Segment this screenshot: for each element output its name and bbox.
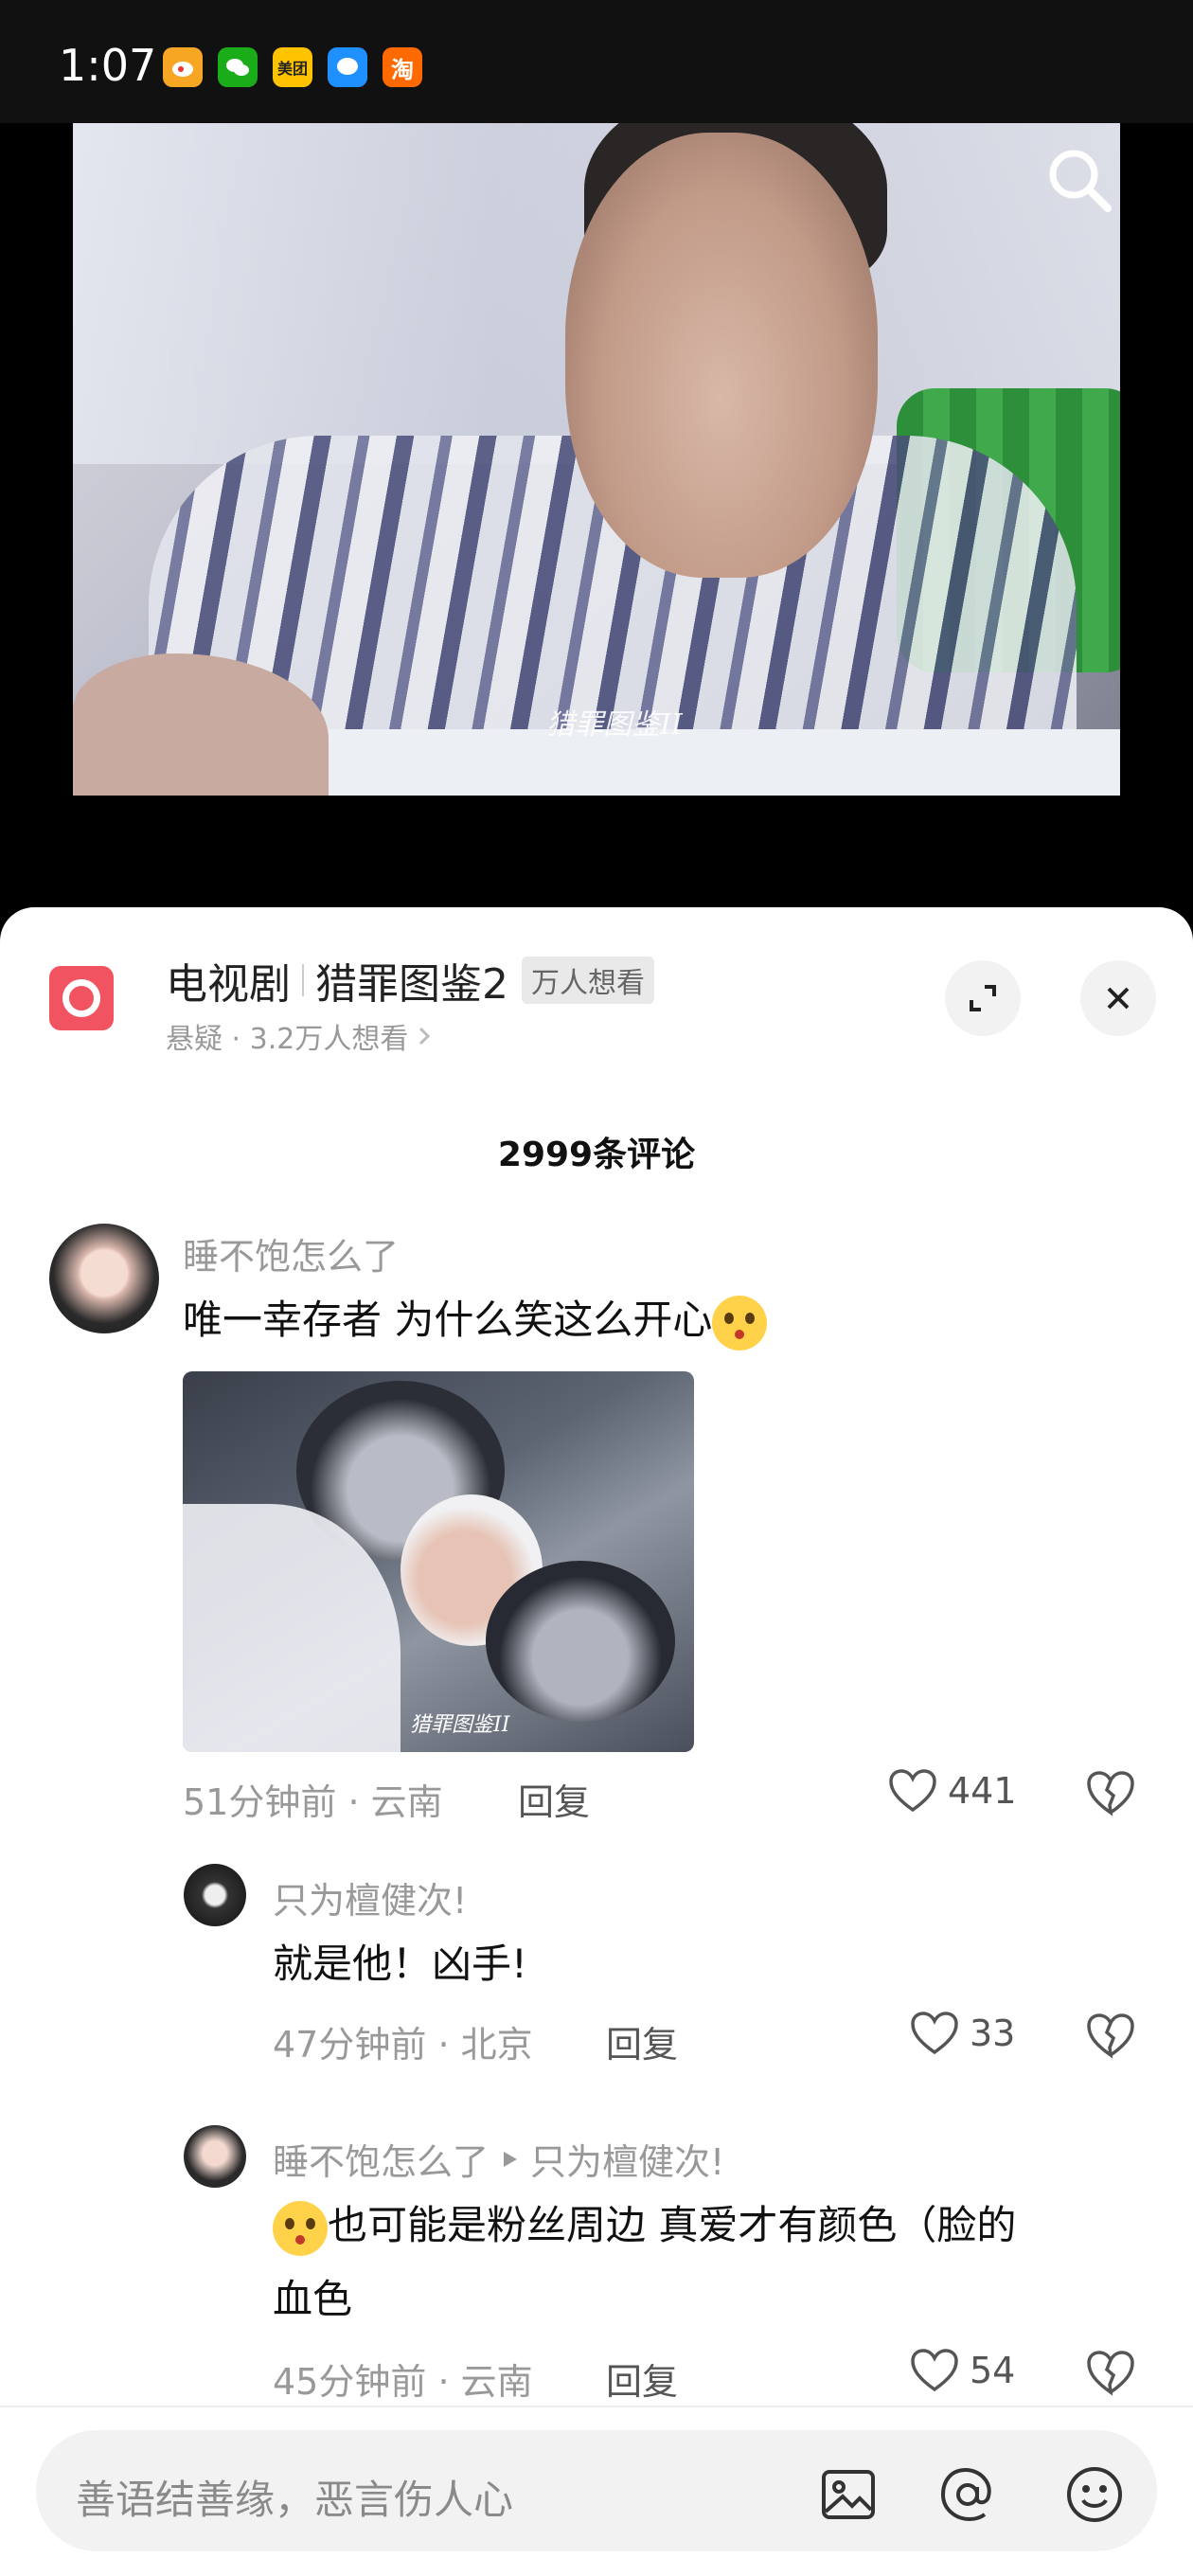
mention-icon[interactable] bbox=[935, 2462, 1000, 2527]
comment-username[interactable]: 睡不饱怎么了 bbox=[273, 2133, 489, 2185]
video-watermark: 猎罪图鉴II bbox=[546, 708, 683, 742]
close-icon bbox=[1107, 987, 1130, 1010]
surprised-emoji-icon bbox=[273, 2200, 328, 2256]
like-count: 441 bbox=[948, 1770, 1017, 1812]
like-button[interactable]: 54 bbox=[909, 2347, 1015, 2394]
expand-button[interactable] bbox=[945, 960, 1021, 1036]
notification-icons: 美团 淘 bbox=[163, 47, 422, 87]
message-icon bbox=[328, 47, 367, 87]
drama-subtitle[interactable]: 悬疑 · 3.2万人想看 bbox=[166, 1015, 435, 1057]
broken-heart-icon bbox=[1087, 2351, 1134, 2396]
broken-heart-icon bbox=[1087, 2013, 1134, 2059]
comment-image[interactable]: 猎罪图鉴II bbox=[183, 1371, 694, 1752]
comment-text: 唯一幸存者 为什么笑这么开心 bbox=[183, 1283, 768, 1357]
taobao-icon: 淘 bbox=[383, 47, 422, 87]
comment-username[interactable]: 只为檀健次! bbox=[273, 1871, 467, 1923]
drama-title: 猎罪图鉴2 bbox=[315, 960, 508, 1009]
video-player[interactable]: 猎罪图鉴II bbox=[73, 123, 1120, 796]
search-icon[interactable] bbox=[1042, 142, 1117, 218]
avatar[interactable] bbox=[49, 1224, 159, 1333]
surprised-emoji-icon bbox=[712, 1295, 768, 1351]
reply-button[interactable]: 回复 bbox=[606, 2352, 678, 2405]
wechat-icon bbox=[218, 47, 258, 87]
image-icon[interactable] bbox=[816, 2462, 881, 2527]
drama-title-row[interactable]: 电视剧 猎罪图鉴2 万人想看 bbox=[166, 950, 654, 1011]
reply-button[interactable]: 回复 bbox=[606, 2015, 678, 2067]
like-count: 54 bbox=[970, 2350, 1016, 2391]
comment-count: 2999条评论 bbox=[497, 1136, 696, 1174]
meituan-icon: 美团 bbox=[273, 47, 312, 87]
comment-meta: 47分钟前 · 北京 bbox=[273, 2024, 533, 2066]
reply-arrow-icon bbox=[504, 2151, 518, 2167]
dislike-button[interactable] bbox=[1084, 2010, 1137, 2063]
drama-logo-icon[interactable] bbox=[49, 966, 114, 1030]
comment-input-placeholder: 善语结善缘，恶言伤人心 bbox=[76, 2477, 514, 2523]
comment-text: 也可能是粉丝周边 真爱才有颜色（脸的 血色 bbox=[273, 2200, 1017, 2322]
comment-username[interactable]: 睡不饱怎么了 bbox=[183, 1227, 399, 1279]
dislike-button[interactable] bbox=[1084, 2347, 1137, 2400]
chevron-right-icon bbox=[419, 1027, 431, 1046]
heart-icon bbox=[911, 2349, 958, 2392]
reply-to-username[interactable]: 只为檀健次! bbox=[530, 2133, 724, 2185]
comment-username-row: 睡不饱怎么了 只为檀健次! bbox=[273, 2133, 724, 2185]
comment-meta: 51分钟前 · 云南 bbox=[183, 1781, 443, 1823]
reply-button[interactable]: 回复 bbox=[518, 1773, 590, 1825]
like-button[interactable]: 33 bbox=[909, 2010, 1015, 2057]
like-button[interactable]: 441 bbox=[887, 1767, 1017, 1815]
heart-icon bbox=[889, 1769, 936, 1813]
input-divider bbox=[0, 2406, 1193, 2407]
avatar[interactable] bbox=[184, 2125, 246, 2188]
drama-tag: 万人想看 bbox=[522, 957, 654, 1004]
title-separator bbox=[302, 964, 304, 996]
close-button[interactable] bbox=[1080, 960, 1156, 1036]
weibo-icon bbox=[163, 47, 203, 87]
comment-meta: 45分钟前 · 云南 bbox=[273, 2361, 533, 2403]
emoji-icon[interactable] bbox=[1062, 2462, 1127, 2527]
dislike-button[interactable] bbox=[1084, 1767, 1137, 1820]
comment-text: 就是他！凶手! bbox=[273, 1941, 527, 1987]
like-count: 33 bbox=[970, 2012, 1016, 2054]
expand-icon bbox=[970, 985, 996, 1011]
drama-category: 电视剧 bbox=[166, 960, 291, 1009]
avatar[interactable] bbox=[184, 1864, 246, 1926]
clock: 1:07 bbox=[59, 40, 157, 91]
heart-icon bbox=[911, 2012, 958, 2055]
status-bar: 1:07 美团 淘 bbox=[0, 0, 1193, 123]
broken-heart-icon bbox=[1087, 1771, 1134, 1816]
image-watermark: 猎罪图鉴II bbox=[410, 1713, 510, 1737]
